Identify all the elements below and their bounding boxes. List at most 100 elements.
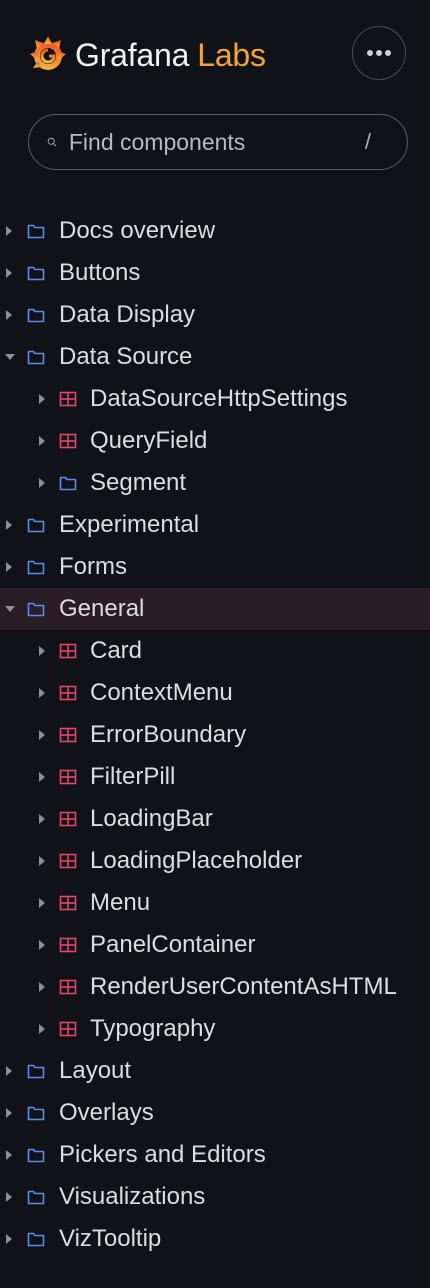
caret-right-icon[interactable] <box>6 1234 12 1244</box>
caret-right-icon[interactable] <box>6 310 12 320</box>
tree-component-datasourcehttpsettings[interactable]: DataSourceHttpSettings <box>0 378 430 420</box>
tree-component-errorboundary[interactable]: ErrorBoundary <box>0 714 430 756</box>
component-icon <box>59 769 77 785</box>
caret-right-icon[interactable] <box>39 436 45 446</box>
caret-right-icon[interactable] <box>39 940 45 950</box>
tree-component-queryfield[interactable]: QueryField <box>0 420 430 462</box>
tree-folder-forms[interactable]: Forms <box>0 546 430 588</box>
folder-icon <box>27 266 45 281</box>
tree-item-label: Experimental <box>59 511 200 538</box>
caret-right-icon[interactable] <box>39 982 45 992</box>
search-icon <box>47 137 57 147</box>
brand-name-primary: Grafana <box>75 37 190 73</box>
brand-name-secondary: Labs <box>197 37 266 73</box>
folder-icon <box>27 1232 45 1247</box>
component-icon <box>59 895 77 911</box>
component-icon <box>59 979 77 995</box>
component-icon <box>59 391 77 407</box>
caret-right-icon[interactable] <box>6 520 12 530</box>
caret-right-icon[interactable] <box>6 1192 12 1202</box>
tree-item-label: ErrorBoundary <box>90 721 247 748</box>
caret-right-icon[interactable] <box>39 394 45 404</box>
tree-component-menu[interactable]: Menu <box>0 882 430 924</box>
search-box[interactable]: / <box>28 114 408 170</box>
folder-icon <box>27 1190 45 1205</box>
tree-folder-segment[interactable]: Segment <box>0 462 430 504</box>
tree-folder-experimental[interactable]: Experimental <box>0 504 430 546</box>
tree-item-label: Forms <box>59 553 127 580</box>
caret-right-icon[interactable] <box>39 814 45 824</box>
folder-icon <box>27 308 45 323</box>
tree-component-filterpill[interactable]: FilterPill <box>0 756 430 798</box>
tree-component-panelcontainer[interactable]: PanelContainer <box>0 924 430 966</box>
tree-item-label: Buttons <box>59 259 141 286</box>
caret-right-icon[interactable] <box>39 688 45 698</box>
caret-right-icon[interactable] <box>39 772 45 782</box>
ellipsis-icon <box>367 50 391 56</box>
tree-folder-overlays[interactable]: Overlays <box>0 1092 430 1134</box>
keyboard-shortcut-hint: / <box>364 129 371 154</box>
more-options-button[interactable] <box>352 26 406 80</box>
component-icon <box>59 433 77 449</box>
caret-right-icon[interactable] <box>39 1024 45 1034</box>
component-icon <box>59 643 77 659</box>
caret-right-icon[interactable] <box>6 1150 12 1160</box>
caret-down-icon[interactable] <box>5 354 15 360</box>
caret-right-icon[interactable] <box>39 730 45 740</box>
caret-right-icon[interactable] <box>6 1066 12 1076</box>
tree-folder-pickers-and-editors[interactable]: Pickers and Editors <box>0 1134 430 1176</box>
tree-item-label: LoadingPlaceholder <box>90 847 303 874</box>
folder-icon <box>27 224 45 239</box>
brand-name: Grafana Labs <box>75 32 266 78</box>
tree-component-loadingbar[interactable]: LoadingBar <box>0 798 430 840</box>
grafana-logo-icon <box>30 36 66 70</box>
tree-item-label: ContextMenu <box>90 679 233 706</box>
tree-component-loadingplaceholder[interactable]: LoadingPlaceholder <box>0 840 430 882</box>
component-icon <box>59 937 77 953</box>
tree-component-renderusercontentashtml[interactable]: RenderUserContentAsHTML <box>0 966 430 1008</box>
tree-item-label: FilterPill <box>90 763 176 790</box>
caret-right-icon[interactable] <box>39 478 45 488</box>
tree-item-label: Card <box>90 637 143 664</box>
tree-item-label: LoadingBar <box>90 805 213 832</box>
tree-item-label: VizTooltip <box>59 1225 162 1252</box>
caret-right-icon[interactable] <box>39 898 45 908</box>
caret-right-icon[interactable] <box>39 856 45 866</box>
tree-folder-viztooltip[interactable]: VizTooltip <box>0 1218 430 1260</box>
tree-item-label: Data Display <box>59 301 196 328</box>
grafana-labs-logo[interactable]: Grafana Labs <box>28 32 266 78</box>
component-tree: Docs overview Buttons Data Display Data Sou… <box>0 210 430 1260</box>
caret-right-icon[interactable] <box>6 268 12 278</box>
caret-right-icon[interactable] <box>6 562 12 572</box>
component-icon <box>59 1021 77 1037</box>
tree-item-label: Layout <box>59 1057 132 1084</box>
caret-right-icon[interactable] <box>6 226 12 236</box>
tree-folder-data-display[interactable]: Data Display <box>0 294 430 336</box>
caret-right-icon[interactable] <box>39 646 45 656</box>
component-icon <box>59 853 77 869</box>
tree-folder-general[interactable]: General <box>0 588 430 630</box>
caret-right-icon[interactable] <box>6 1108 12 1118</box>
tree-item-label: Menu <box>90 889 151 916</box>
tree-folder-data-source[interactable]: Data Source <box>0 336 430 378</box>
component-icon <box>59 727 77 743</box>
tree-component-contextmenu[interactable]: ContextMenu <box>0 672 430 714</box>
tree-folder-visualizations[interactable]: Visualizations <box>0 1176 430 1218</box>
tree-folder-buttons[interactable]: Buttons <box>0 252 430 294</box>
tree-item-label: QueryField <box>90 427 208 454</box>
tree-item-label: PanelContainer <box>90 931 256 958</box>
tree-folder-docs-overview[interactable]: Docs overview <box>0 210 430 252</box>
folder-icon <box>27 560 45 575</box>
tree-item-label: Docs overview <box>59 217 216 244</box>
tree-component-card[interactable]: Card <box>0 630 430 672</box>
folder-icon <box>27 1064 45 1079</box>
tree-component-typography[interactable]: Typography <box>0 1008 430 1050</box>
tree-item-label: RenderUserContentAsHTML <box>90 973 397 1000</box>
folder-icon <box>27 1106 45 1121</box>
sidebar-header: Grafana Labs <box>0 0 430 110</box>
caret-down-icon[interactable] <box>5 606 15 612</box>
folder-icon <box>27 1148 45 1163</box>
search-input[interactable] <box>68 122 365 162</box>
tree-folder-layout[interactable]: Layout <box>0 1050 430 1092</box>
tree-item-label: Visualizations <box>59 1183 206 1210</box>
